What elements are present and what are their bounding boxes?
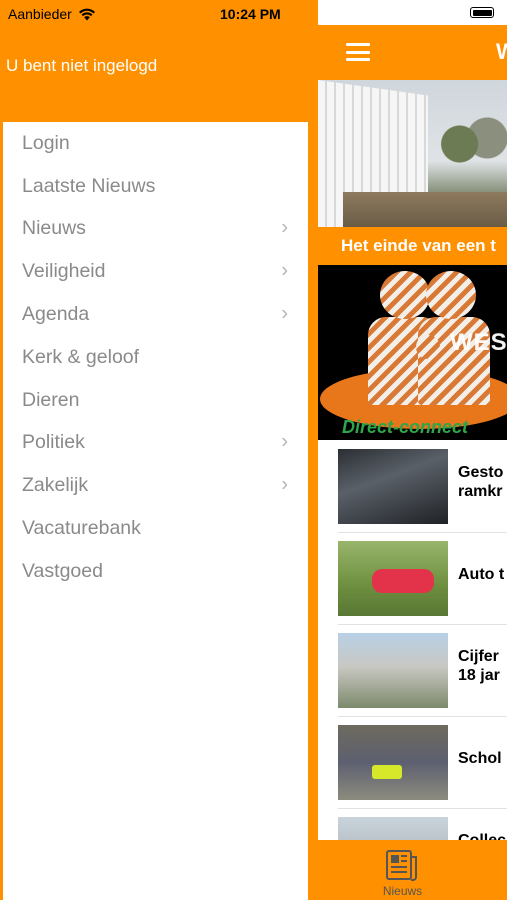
tab-label-nieuws[interactable]: Nieuws (318, 884, 487, 898)
menu-item-veiligheid[interactable]: Veiligheid › (3, 250, 308, 293)
chevron-right-icon: › (281, 430, 288, 453)
news-list-item[interactable]: Gesto ramkr (318, 440, 507, 532)
menu-item-dieren[interactable]: Dieren (3, 379, 308, 422)
news-thumbnail (338, 449, 448, 524)
chevron-right-icon: › (281, 259, 288, 282)
menu-item-label: Politiek (22, 431, 85, 454)
battery-icon (470, 7, 494, 18)
news-thumbnail (338, 541, 448, 616)
main-content: W Het einde van een t WES Direct-connect… (318, 0, 507, 900)
menu-item-login[interactable]: Login (3, 122, 308, 165)
news-list-item[interactable]: Auto t (318, 532, 507, 624)
status-bar-right (318, 0, 507, 25)
news-title: Schol (458, 750, 502, 767)
news-thumbnail (338, 633, 448, 708)
login-status-text: U bent niet ingelogd (6, 56, 158, 75)
banner-caption: Direct-connect (342, 417, 469, 437)
chevron-right-icon: › (281, 301, 288, 324)
menu-item-label: Zakelijk (22, 474, 89, 497)
chevron-right-icon: › (281, 473, 288, 496)
status-time: 10:24 PM (220, 6, 281, 22)
menu-item-label: Vacaturebank (22, 517, 141, 540)
menu-item-label: Vastgoed (22, 559, 103, 582)
app-bar: W (318, 25, 507, 80)
news-title: Gesto ramkr (458, 464, 504, 500)
hamburger-menu-icon[interactable] (346, 43, 370, 61)
menu-item-label: Login (22, 131, 70, 154)
menu-item-label: Agenda (22, 303, 90, 326)
news-list: Gestoramkr Auto t Cijfer18 jar Schol Col… (318, 440, 507, 900)
menu-item-agenda[interactable]: Agenda › (3, 293, 308, 336)
menu-item-label: Dieren (22, 388, 80, 411)
menu-item-label: Kerk & geloof (22, 345, 140, 368)
news-thumbnail (338, 725, 448, 800)
menu-item-vastgoed[interactable]: Vastgoed (3, 550, 308, 593)
menu-item-zakelijk[interactable]: Zakelijk › (3, 464, 308, 507)
featured-article-headline[interactable]: Het einde van een t (318, 227, 507, 265)
menu-item-laatste-nieuws[interactable]: Laatste Nieuws (3, 165, 308, 208)
menu-item-kerk-geloof[interactable]: Kerk & geloof (3, 336, 308, 379)
menu-item-label: Veiligheid (22, 260, 106, 283)
menu-item-label: Laatste Nieuws (22, 174, 156, 197)
featured-article-image[interactable] (318, 80, 507, 227)
news-title: Cijfer 18 jar (458, 648, 500, 684)
headline-text: Het einde van een t (341, 236, 496, 255)
chevron-right-icon: › (281, 216, 288, 239)
tab-bar: Nieuws (318, 840, 507, 900)
news-list-item[interactable]: Schol (318, 716, 507, 808)
newspaper-icon[interactable] (385, 848, 419, 882)
app-title: W (496, 39, 507, 64)
menu-item-vacaturebank[interactable]: Vacaturebank (3, 507, 308, 550)
menu-item-label: Nieuws (22, 217, 86, 240)
wifi-icon (78, 8, 95, 20)
drawer-menu: Login Laatste Nieuws Nieuws › Veiligheid ›… (3, 122, 308, 900)
news-list-item[interactable]: Cijfer 18 jar (318, 624, 507, 716)
menu-item-politiek[interactable]: Politiek › (3, 422, 308, 465)
side-drawer: Aanbieder 10:24 PM U bent niet ingelogd … (0, 0, 318, 900)
banner-logo-text: WES (450, 329, 507, 356)
carrier-label: Aanbieder (8, 6, 72, 22)
menu-item-nieuws[interactable]: Nieuws › (3, 208, 308, 251)
news-title: Auto t (458, 566, 505, 583)
advertisement-banner[interactable]: WES Direct-connect (318, 265, 507, 440)
status-carrier: Aanbieder (8, 6, 96, 22)
